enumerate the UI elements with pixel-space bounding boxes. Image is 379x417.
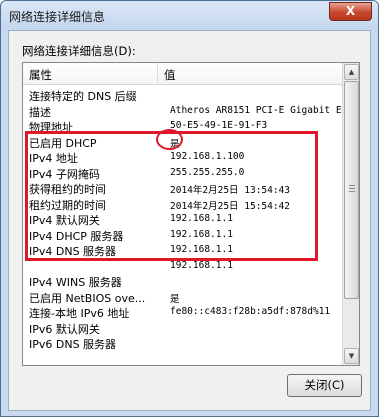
property-value: 2014年2月25日 15:54:42 — [170, 200, 291, 212]
grip-line — [349, 188, 355, 189]
list-item[interactable]: IPv6 默认网关 — [23, 320, 344, 336]
scroll-down-icon[interactable]: ▼ — [344, 348, 359, 364]
close-window-icon[interactable]: X — [329, 2, 372, 21]
window-title: 网络连接详细信息 — [9, 10, 106, 24]
grip-line — [349, 191, 355, 192]
column-header-value[interactable]: 值 — [164, 67, 176, 83]
details-label: 网络连接详细信息(D): — [22, 44, 136, 58]
title-bar[interactable]: 网络连接详细信息 X — [1, 1, 378, 29]
property-name: IPv6 DNS 服务器 — [29, 338, 117, 351]
list-item[interactable]: 192.168.1.1 — [23, 258, 344, 274]
scroll-thumb[interactable] — [344, 81, 359, 299]
dialog-window: 网络连接详细信息 X 网络连接详细信息(D): 属性 值 连接特定的 DNS 后… — [0, 0, 379, 417]
property-value: 50-E5-49-1E-91-F3 — [170, 120, 268, 131]
property-value: 2014年2月25日 13:54:43 — [170, 185, 291, 196]
details-list[interactable]: 属性 值 连接特定的 DNS 后缀 描述 Atheros AR8151 PCI-E … — [22, 62, 360, 366]
list-item[interactable]: 获得租约的时间 2014年2月25日 13:54:43 — [23, 180, 344, 196]
property-value: 是 — [170, 293, 180, 305]
list-rows: 连接特定的 DNS 后缀 描述 Atheros AR8151 PCI-E Gigab… — [23, 87, 359, 351]
property-value: 192.168.1.1 — [170, 259, 233, 271]
vertical-scrollbar[interactable]: ▲ ▼ — [342, 63, 359, 365]
property-value: 是 — [170, 138, 180, 150]
property-value: 192.168.1.100 — [170, 151, 245, 162]
property-value: 192.168.1.1 — [170, 213, 233, 224]
property-value: Atheros AR8151 PCI-E Gigabit Ethe — [170, 104, 359, 116]
list-header: 属性 值 — [23, 63, 344, 85]
list-item[interactable]: IPv4 WINS 服务器 — [23, 273, 344, 289]
list-item[interactable]: 连接特定的 DNS 后缀 — [23, 87, 344, 103]
dialog-body: 网络连接详细信息(D): 属性 值 连接特定的 DNS 后缀 描述 Atheros … — [8, 30, 371, 411]
list-item[interactable]: IPv4 DNS 服务器 192.168.1.1 — [23, 242, 344, 258]
property-value: fe80::c483:f28b:a5df:878d%11 — [170, 306, 331, 317]
list-item[interactable]: 物理地址 50-E5-49-1E-91-F3 — [23, 118, 344, 134]
list-item[interactable]: IPv4 DHCP 服务器 192.168.1.1 — [23, 227, 344, 243]
grip-line — [349, 185, 355, 186]
list-item[interactable]: IPv4 默认网关 192.168.1.1 — [23, 211, 344, 227]
list-item[interactable]: 描述 Atheros AR8151 PCI-E Gigabit Ethe — [23, 103, 359, 119]
scroll-up-icon[interactable]: ▲ — [344, 64, 359, 80]
list-item[interactable]: 已启用 DHCP 是 — [23, 134, 344, 150]
list-item[interactable]: IPv4 地址 192.168.1.100 — [23, 149, 344, 165]
list-item[interactable]: IPv4 子网掩码 255.255.255.0 — [23, 165, 344, 181]
list-item[interactable]: 已启用 NetBIOS ove... 是 — [23, 289, 344, 305]
list-item[interactable]: 租约过期的时间 2014年2月25日 15:54:42 — [23, 196, 344, 212]
property-value: 255.255.255.0 — [170, 166, 245, 178]
list-item[interactable]: IPv6 DNS 服务器 — [23, 335, 344, 351]
property-value: 192.168.1.1 — [170, 228, 233, 240]
list-item[interactable]: 连接-本地 IPv6 地址 fe80::c483:f28b:a5df:878d%1… — [23, 304, 344, 320]
close-button[interactable]: 关闭(C) — [287, 374, 362, 397]
column-header-property[interactable]: 属性 — [29, 67, 52, 83]
column-divider[interactable] — [157, 63, 158, 85]
property-value: 192.168.1.1 — [170, 244, 233, 255]
